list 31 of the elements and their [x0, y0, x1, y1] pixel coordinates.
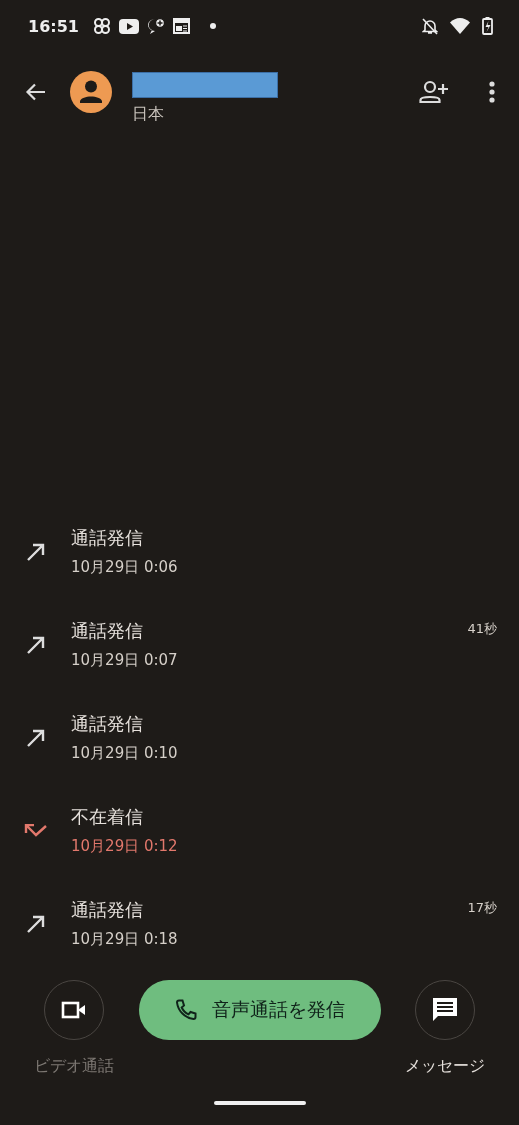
voice-call-button[interactable]: 音声通話を発信	[138, 980, 381, 1040]
call-time: 10月29日 0:18	[71, 930, 179, 949]
message-label: メッセージ	[405, 1056, 485, 1077]
call-duration: 41秒	[467, 620, 497, 638]
missed-call-icon	[24, 823, 48, 838]
call-type: 通話発信	[71, 526, 144, 550]
wifi-icon	[450, 18, 470, 34]
call-duration: 17秒	[467, 899, 497, 917]
call-type: 不在着信	[71, 805, 144, 829]
call-type: 通話発信	[71, 712, 144, 736]
battery-charging-icon	[482, 17, 493, 35]
more-options-icon[interactable]	[489, 81, 495, 103]
call-time: 10月29日 0:07	[71, 651, 179, 670]
call-time: 10月29日 0:06	[71, 558, 179, 577]
call-time: 10月29日 0:10	[71, 744, 179, 763]
add-person-icon[interactable]	[419, 80, 449, 104]
message-icon	[432, 997, 458, 1023]
call-time: 10月29日 0:12	[71, 837, 179, 856]
dot-icon	[209, 23, 216, 29]
pinwheel-icon	[92, 17, 111, 35]
video-call-label: ビデオ通話	[34, 1056, 114, 1077]
call-type: 通話発信	[71, 898, 144, 922]
bell-off-icon	[422, 17, 438, 35]
play-icon	[118, 18, 139, 34]
call-type: 通話発信	[71, 619, 144, 643]
calendar-icon	[172, 18, 190, 34]
contact-location: 日本	[132, 103, 165, 125]
phone-icon	[174, 998, 198, 1022]
video-camera-icon	[61, 1001, 87, 1019]
clock: 16:51	[28, 16, 79, 36]
avatar-icon	[70, 71, 112, 113]
